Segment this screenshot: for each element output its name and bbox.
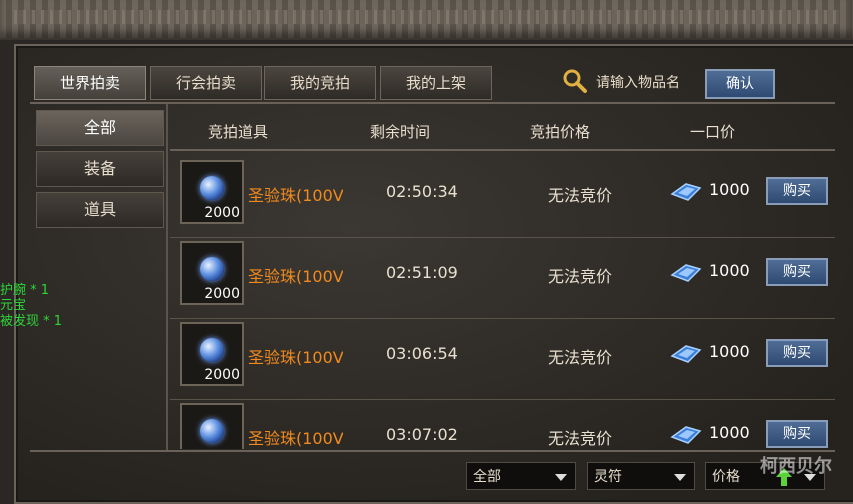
buyout-price: 1000 (709, 261, 750, 280)
remaining-time: 03:07:02 (386, 425, 458, 444)
chevron-down-icon (555, 474, 567, 481)
gem-currency-icon (670, 264, 702, 282)
item-slot[interactable]: 2000 (180, 403, 244, 449)
header-remaining-time: 剩余时间 (370, 123, 431, 141)
tab-my-listings[interactable]: 我的上架 (380, 66, 492, 100)
top-frame-border (0, 0, 853, 40)
table-row[interactable]: 2000 圣验珠(100V 03:06:54 无法竞价 1000 购买 (170, 322, 835, 400)
buy-button[interactable]: 购买 (766, 258, 828, 286)
category-all[interactable]: 全部 (36, 110, 164, 146)
tab-my-bids[interactable]: 我的竞拍 (264, 66, 376, 100)
chevron-down-icon (674, 474, 686, 481)
filter-dropdown-type[interactable]: 灵符 (587, 462, 695, 490)
watermark: 柯西贝尔 (760, 456, 832, 477)
bid-status: 无法竞价 (548, 429, 613, 448)
table-row[interactable]: 2000 圣验珠(100V 02:50:34 无法竞价 1000 购买 (170, 160, 835, 238)
tab-guild-auction[interactable]: 行会拍卖 (150, 66, 262, 100)
gem-currency-icon (670, 345, 702, 363)
item-slot[interactable]: 2000 (180, 160, 244, 224)
buyout-price: 1000 (709, 180, 750, 199)
item-name: 圣验珠(100V (248, 186, 343, 205)
item-quantity: 2000 (204, 205, 240, 221)
bid-status: 无法竞价 (548, 267, 613, 286)
header-item: 竞拍道具 (208, 123, 269, 141)
filter-value: 灵符 (594, 469, 622, 485)
overlay-text: 被发现 * 1 (0, 314, 63, 329)
filter-value: 全部 (473, 469, 501, 485)
row-divider (170, 318, 835, 319)
item-quantity: 2000 (204, 367, 240, 383)
confirm-button[interactable]: 确认 (705, 69, 775, 99)
buyout-price: 1000 (709, 423, 750, 442)
filter-dropdown-category[interactable]: 全部 (466, 462, 576, 490)
tab-world-auction[interactable]: 世界拍卖 (34, 66, 146, 100)
item-slot[interactable]: 2000 (180, 241, 244, 305)
header-bid-price: 竞拍价格 (530, 123, 591, 141)
buyout-price: 1000 (709, 342, 750, 361)
item-quantity: 2000 (204, 448, 240, 449)
item-slot[interactable]: 2000 (180, 322, 244, 386)
item-quantity: 2000 (204, 286, 240, 302)
category-items[interactable]: 道具 (36, 192, 164, 228)
item-name: 圣验珠(100V (248, 429, 343, 448)
table-row[interactable]: 2000 圣验珠(100V 03:07:02 无法竞价 1000 购买 (170, 403, 835, 449)
remaining-time: 02:50:34 (386, 182, 458, 201)
bid-status: 无法竞价 (548, 348, 613, 367)
overlay-text: 元宝 (0, 298, 27, 313)
search-input[interactable]: 请输入物品名 (596, 72, 680, 92)
gem-currency-icon (670, 183, 702, 201)
header-buyout-price: 一口价 (690, 123, 736, 141)
gem-currency-icon (670, 426, 702, 444)
buy-button[interactable]: 购买 (766, 420, 828, 448)
buy-button[interactable]: 购买 (766, 339, 828, 367)
orb-icon (200, 338, 224, 362)
remaining-time: 02:51:09 (386, 263, 458, 282)
orb-icon (200, 419, 224, 443)
row-divider (170, 399, 835, 400)
overlay-text: 护腕 * 1 (0, 283, 50, 298)
orb-icon (200, 176, 224, 200)
orb-icon (200, 257, 224, 281)
bid-status: 无法竞价 (548, 186, 613, 205)
auction-list[interactable]: 2000 圣验珠(100V 02:50:34 无法竞价 1000 购买 2000… (170, 152, 835, 449)
divider (30, 102, 835, 104)
column-divider (166, 104, 168, 450)
item-name: 圣验珠(100V (248, 267, 343, 286)
footer-divider (30, 450, 835, 452)
buy-button[interactable]: 购买 (766, 177, 828, 205)
search-icon[interactable] (562, 68, 588, 94)
item-name: 圣验珠(100V (248, 348, 343, 367)
filter-value: 价格 (712, 469, 740, 485)
category-equipment[interactable]: 装备 (36, 151, 164, 187)
remaining-time: 03:06:54 (386, 344, 458, 363)
header-divider (170, 149, 835, 151)
row-divider (170, 237, 835, 238)
table-row[interactable]: 2000 圣验珠(100V 02:51:09 无法竞价 1000 购买 (170, 241, 835, 319)
